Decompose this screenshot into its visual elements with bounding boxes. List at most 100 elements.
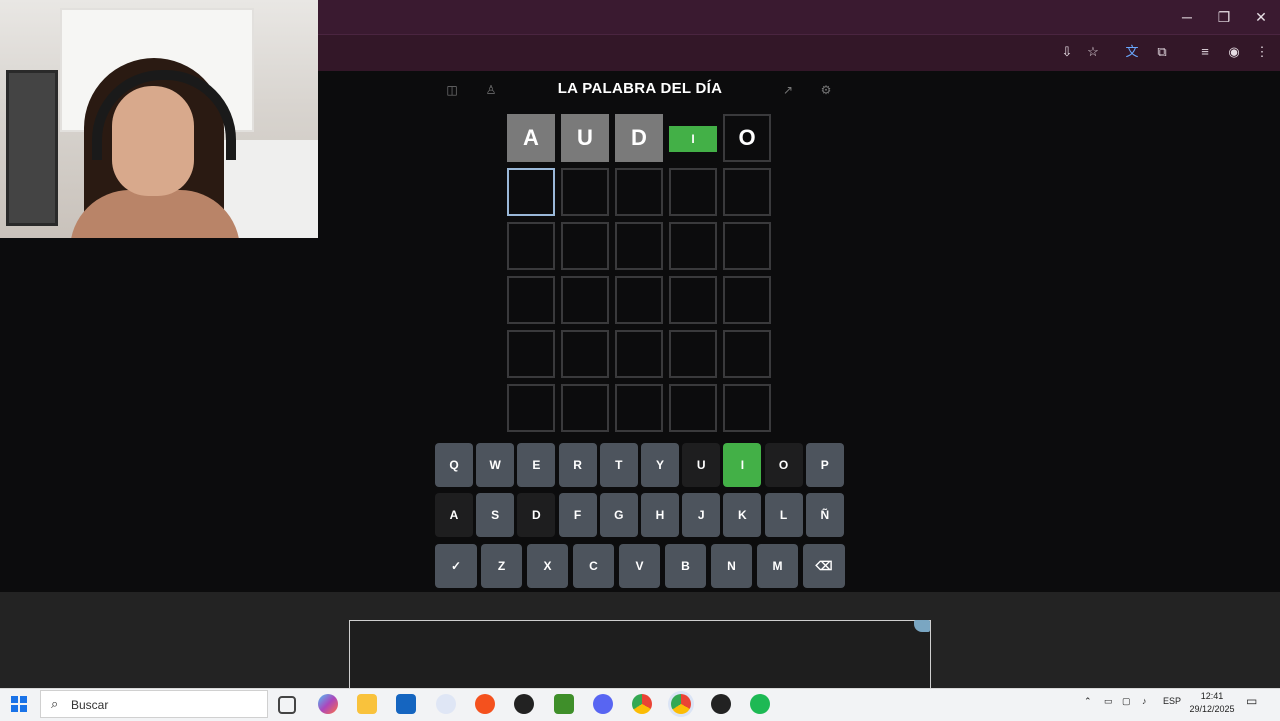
enter-key[interactable]: ✓ — [435, 544, 477, 588]
sidebar-icon[interactable]: ◫ — [444, 82, 460, 98]
close-icon[interactable]: ✕ — [1252, 8, 1270, 26]
grid-tile — [723, 168, 771, 216]
taskbar-clock[interactable]: 12:41 29/12/2025 — [1186, 690, 1238, 716]
game-title: LA PALABRA DEL DÍA — [557, 80, 723, 97]
key-f[interactable]: F — [558, 493, 597, 537]
key-y[interactable]: Y — [641, 443, 679, 487]
task-view-icon[interactable] — [278, 696, 296, 714]
key-q[interactable]: Q — [435, 443, 473, 487]
grid-tile — [615, 222, 663, 270]
grid-tile — [615, 276, 663, 324]
grid-tile — [723, 384, 771, 432]
grid-tile: U — [561, 114, 609, 162]
windows-start-icon[interactable] — [11, 696, 27, 712]
spotify-icon[interactable] — [750, 694, 770, 714]
grid-tile — [723, 276, 771, 324]
grid-tile — [615, 330, 663, 378]
key-l[interactable]: L — [764, 493, 803, 537]
key-o[interactable]: O — [764, 443, 803, 487]
volume-icon[interactable]: ♪ — [1142, 696, 1147, 706]
install-icon[interactable]: ⇩ — [1057, 42, 1077, 62]
backspace-key[interactable]: ⌫ — [803, 544, 845, 588]
grid-tile — [615, 384, 663, 432]
chrome-active-icon[interactable] — [671, 694, 691, 714]
key-ñ[interactable]: Ñ — [805, 493, 844, 537]
grid-tile — [669, 384, 717, 432]
search-icon: ⌕ — [51, 696, 59, 711]
menu-icon[interactable]: ⋮ — [1252, 42, 1272, 62]
panel-corner-badge — [914, 620, 930, 632]
grid-tile — [507, 168, 555, 216]
grid-tile — [669, 276, 717, 324]
file-explorer-icon[interactable] — [357, 694, 377, 714]
key-z[interactable]: Z — [481, 544, 522, 588]
copilot-icon[interactable] — [318, 694, 338, 714]
language-indicator[interactable]: ESP — [1163, 696, 1181, 706]
grid-tile — [507, 384, 555, 432]
key-p[interactable]: P — [805, 443, 844, 487]
store-icon[interactable] — [396, 694, 416, 714]
grid-tile — [507, 330, 555, 378]
key-a[interactable]: A — [435, 493, 473, 537]
minecraft-icon[interactable] — [554, 694, 574, 714]
key-k[interactable]: K — [723, 493, 762, 537]
chrome-icon[interactable] — [632, 694, 652, 714]
stats-icon[interactable]: ↗ — [780, 82, 796, 98]
key-t[interactable]: T — [599, 443, 638, 487]
grid-tile: D — [615, 114, 663, 162]
minimize-icon[interactable]: ─ — [1178, 8, 1196, 26]
app-dark-icon[interactable] — [711, 694, 731, 714]
grid-tile — [507, 276, 555, 324]
key-n[interactable]: N — [711, 544, 752, 588]
grid-tile — [615, 168, 663, 216]
webcam-mirror — [6, 70, 58, 226]
grid-tile — [561, 168, 609, 216]
settings-icon[interactable]: ⚙ — [818, 82, 834, 98]
word-icon[interactable] — [436, 694, 456, 714]
grid-tile — [723, 222, 771, 270]
key-r[interactable]: R — [558, 443, 597, 487]
grid-tile — [561, 384, 609, 432]
grid-tile: A — [507, 114, 555, 162]
webcam-overlay — [0, 0, 318, 238]
key-c[interactable]: C — [573, 544, 614, 588]
star-icon[interactable]: ☆ — [1083, 42, 1103, 62]
grid-tile: I — [669, 126, 717, 152]
clock-time: 12:41 — [1200, 691, 1224, 701]
key-b[interactable]: B — [665, 544, 706, 588]
key-g[interactable]: G — [599, 493, 638, 537]
user-icon[interactable]: ♙ — [483, 82, 499, 98]
translate-icon[interactable]: 文 — [1122, 42, 1142, 62]
grid-tile — [723, 330, 771, 378]
key-s[interactable]: S — [476, 493, 515, 537]
grid-tile — [561, 222, 609, 270]
clock-date: 29/12/2025 — [1189, 704, 1235, 714]
search-label: Buscar — [71, 698, 109, 712]
profile-icon[interactable]: ◉ — [1224, 42, 1244, 62]
tray-chevron-icon[interactable]: ⌃ — [1084, 696, 1092, 707]
key-x[interactable]: X — [527, 544, 568, 588]
notifications-icon[interactable]: ▭ — [1246, 694, 1257, 708]
media-icon[interactable]: ≡ — [1195, 42, 1215, 62]
media-player-icon[interactable] — [514, 694, 534, 714]
tray-device-icon[interactable]: ▭ — [1104, 696, 1113, 707]
key-w[interactable]: W — [476, 443, 515, 487]
key-m[interactable]: M — [757, 544, 798, 588]
discord-icon[interactable] — [593, 694, 613, 714]
key-j[interactable]: J — [682, 493, 721, 537]
network-icon[interactable]: ▢ — [1122, 696, 1131, 707]
grid-tile: O — [723, 114, 771, 162]
key-h[interactable]: H — [641, 493, 679, 537]
taskbar-search[interactable]: ⌕ Buscar — [40, 690, 268, 718]
key-d[interactable]: D — [517, 493, 556, 537]
grid-tile — [669, 222, 717, 270]
restore-icon[interactable]: ❐ — [1215, 8, 1233, 26]
key-v[interactable]: V — [619, 544, 660, 588]
grid-tile — [561, 276, 609, 324]
key-i[interactable]: I — [723, 443, 762, 487]
key-u[interactable]: U — [682, 443, 721, 487]
extensions-icon[interactable]: ⧉ — [1152, 42, 1172, 62]
grid-tile — [561, 330, 609, 378]
key-e[interactable]: E — [517, 443, 556, 487]
app-orange-icon[interactable] — [475, 694, 495, 714]
